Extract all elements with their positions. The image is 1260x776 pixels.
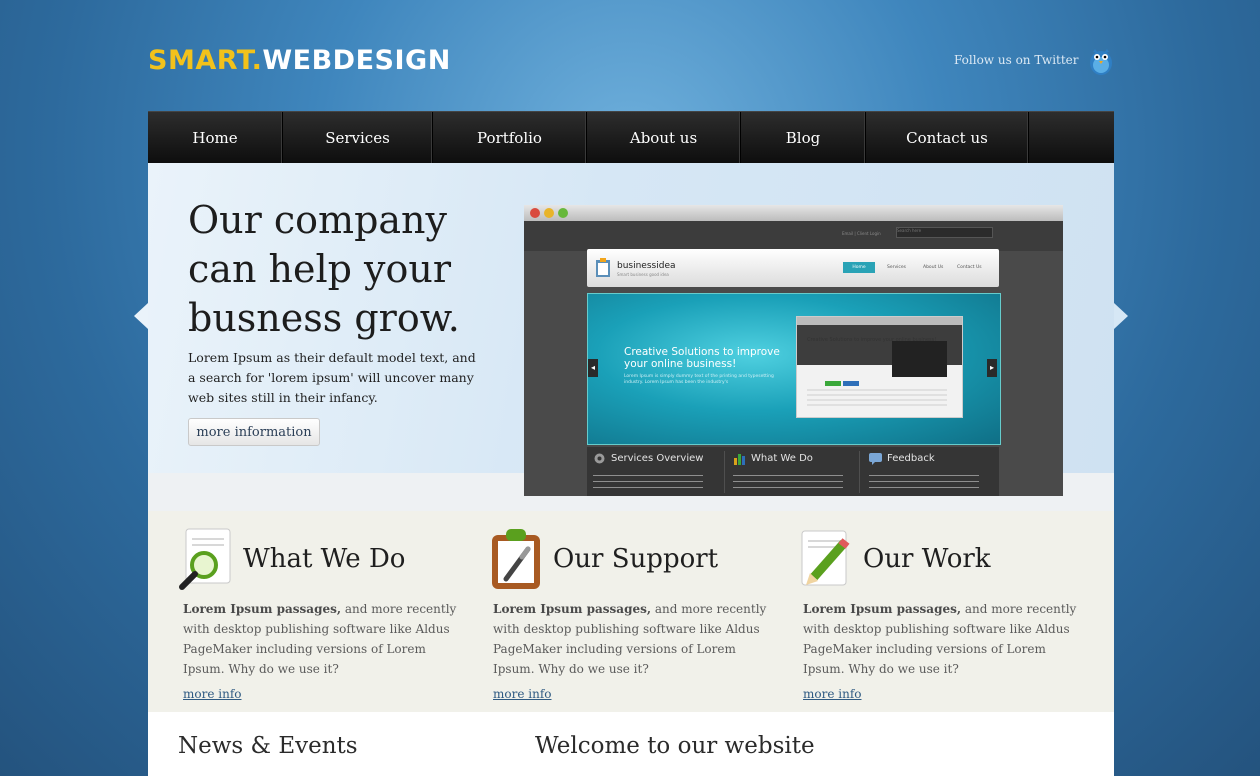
maximize-dot-icon — [558, 208, 568, 218]
panel-feedback-lines — [869, 475, 979, 493]
close-dot-icon — [530, 208, 540, 218]
feature-text: Lorem Ipsum passages, and more recently … — [183, 599, 463, 679]
showcase-banner-title: Creative Solutions to improve your onlin… — [624, 346, 780, 370]
panel-feedback: Feedback — [863, 447, 999, 496]
showcase-nav-about: About Us — [923, 265, 944, 270]
feature-our-work: Our Work Lorem Ipsum passages, and more … — [768, 511, 1076, 712]
news-events-heading: News & Events — [178, 733, 358, 759]
feature-text-bold: Lorem Ipsum passages, — [183, 602, 342, 616]
hero-title: Our company can help your busness grow. — [188, 198, 460, 340]
nav-portfolio[interactable]: Portfolio — [433, 112, 587, 164]
showcase-prev-icon: ◂ — [588, 359, 598, 377]
minimize-dot-icon — [544, 208, 554, 218]
showcase-header: businessidea Smart business good idea Ho… — [587, 249, 999, 287]
more-information-button[interactable]: more information — [188, 418, 320, 446]
feature-text-bold: Lorem Ipsum passages, — [803, 602, 962, 616]
panel-divider — [859, 451, 860, 493]
bar-chart-icon — [734, 454, 745, 465]
more-info-link[interactable]: more info — [803, 687, 862, 701]
showcase-logo: businessidea — [617, 261, 676, 271]
panel-services-title: Services Overview — [611, 453, 704, 464]
speech-bubble-icon — [869, 453, 882, 465]
showcase-banner: Creative Solutions to improve your onlin… — [587, 293, 1001, 445]
nav-services[interactable]: Services — [283, 112, 433, 164]
showcase-nav-contact: Contact Us — [957, 265, 982, 270]
panel-feedback-title: Feedback — [887, 453, 935, 464]
logo-part-smart: SMART. — [148, 45, 263, 76]
panel-divider — [724, 451, 725, 493]
nav-blog[interactable]: Blog — [741, 112, 866, 164]
panel-what-we-do-title: What We Do — [751, 453, 813, 464]
browser-title-bar — [524, 205, 1063, 221]
panel-what-lines — [733, 475, 843, 493]
nav-contact-us[interactable]: Contact us — [866, 112, 1029, 164]
slider-prev-arrow-icon[interactable] — [134, 303, 148, 329]
inner-image — [892, 341, 947, 377]
showcase-top-menu: Email | Client Login — [842, 231, 881, 236]
showcase-tagline: Smart business good idea — [617, 272, 669, 277]
showcase-panels: Services Overview What We Do Feedback — [587, 447, 999, 496]
hero-description: Lorem Ipsum as their default model text,… — [188, 350, 476, 405]
feature-title: Our Work — [863, 544, 991, 574]
showcase-search: Search here — [896, 227, 993, 238]
feature-text-bold: Lorem Ipsum passages, — [493, 602, 652, 616]
welcome-heading: Welcome to our website — [535, 733, 815, 759]
panel-services-lines — [593, 475, 703, 493]
twitter-bird-icon[interactable] — [1087, 43, 1115, 77]
showcase-banner-text: Lorem Ipsum is simply dummy text of the … — [624, 374, 774, 385]
showcase-screenshot: Email | Client Login Search here busines… — [524, 205, 1063, 496]
slider-next-arrow-icon[interactable] — [1114, 303, 1128, 329]
inner-blue-button — [843, 381, 859, 386]
more-info-link[interactable]: more info — [493, 687, 552, 701]
inner-green-button — [825, 381, 841, 386]
feature-title: What We Do — [243, 544, 406, 574]
panel-services-overview: Services Overview — [587, 447, 724, 496]
magnifier-document-icon — [179, 528, 231, 590]
site-logo[interactable]: SMART.WEBDESIGN — [148, 45, 451, 76]
feature-what-we-do: What We Do Lorem Ipsum passages, and mor… — [148, 511, 456, 712]
logo-part-webdesign: WEBDESIGN — [262, 45, 451, 76]
showcase-inner-screenshot: Creative Solutions to improve your onlin… — [796, 316, 963, 418]
bottom-section: News & Events Welcome to our website — [148, 712, 1114, 776]
inner-title-bar — [797, 317, 962, 325]
follow-twitter-link[interactable]: Follow us on Twitter — [954, 53, 1079, 67]
inner-text-lines — [807, 389, 947, 409]
features-section: What We Do Lorem Ipsum passages, and mor… — [148, 511, 1114, 712]
nav-about-us[interactable]: About us — [587, 112, 741, 164]
panel-what-we-do: What We Do — [727, 447, 857, 496]
feature-title: Our Support — [553, 544, 719, 574]
more-info-link[interactable]: more info — [183, 687, 242, 701]
feature-text: Lorem Ipsum passages, and more recently … — [803, 599, 1083, 679]
feature-text: Lorem Ipsum passages, and more recently … — [493, 599, 773, 679]
gear-icon — [594, 453, 605, 464]
showcase-nav-services: Services — [887, 265, 906, 270]
showcase-nav-home: Home — [843, 262, 875, 273]
feature-our-support: Our Support Lorem Ipsum passages, and mo… — [458, 511, 766, 712]
main-navigation: Home Services Portfolio About us Blog Co… — [148, 111, 1114, 164]
showcase-next-icon: ▸ — [987, 359, 997, 377]
clipboard-logo-icon — [596, 258, 610, 277]
pencil-document-icon — [801, 530, 850, 586]
nav-home[interactable]: Home — [148, 112, 283, 164]
clipboard-pen-icon — [492, 529, 540, 589]
